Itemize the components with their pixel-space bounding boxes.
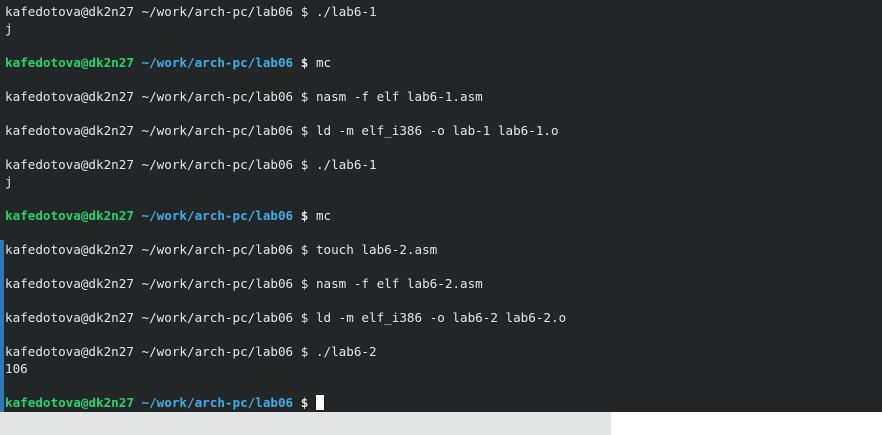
prompt-user-host: kafedotova@dk2n27 <box>5 123 134 138</box>
prompt-path: ~/work/arch-pc/lab06 <box>141 208 294 223</box>
prompt-user-host: kafedotova@dk2n27 <box>5 55 134 70</box>
prompt-line: kafedotova@dk2n27 ~/work/arch-pc/lab06 $… <box>5 3 882 20</box>
output-text: j <box>5 21 13 36</box>
prompt-user-host: kafedotova@dk2n27 <box>5 344 134 359</box>
background-panel <box>0 412 611 435</box>
prompt-line: kafedotova@dk2n27 ~/work/arch-pc/lab06 $… <box>5 207 882 224</box>
command-text: mc <box>315 208 332 223</box>
prompt-path: ~/work/arch-pc/lab06 <box>141 157 294 172</box>
terminal-output: kafedotova@dk2n27 ~/work/arch-pc/lab06 $… <box>5 3 882 411</box>
prompt-path: ~/work/arch-pc/lab06 <box>141 276 294 291</box>
prompt-line: kafedotova@dk2n27 ~/work/arch-pc/lab06 $… <box>5 156 882 173</box>
prompt-line: kafedotova@dk2n27 ~/work/arch-pc/lab06 $… <box>5 241 882 258</box>
prompt-line: kafedotova@dk2n27 ~/work/arch-pc/lab06 $… <box>5 54 882 71</box>
prompt-path: ~/work/arch-pc/lab06 <box>141 55 294 70</box>
prompt-line: kafedotova@dk2n27 ~/work/arch-pc/lab06 $… <box>5 309 882 326</box>
prompt-line: kafedotova@dk2n27 ~/work/arch-pc/lab06 $… <box>5 275 882 292</box>
prompt-path: ~/work/arch-pc/lab06 <box>141 310 294 325</box>
prompt-path: ~/work/arch-pc/lab06 <box>141 89 294 104</box>
output-line: j <box>5 20 882 37</box>
output-line: 106 <box>5 360 882 377</box>
command-text: touch lab6-2.asm <box>315 242 438 257</box>
prompt-path: ~/work/arch-pc/lab06 <box>141 395 294 410</box>
command-text: ld -m elf_i386 -o lab6-2 lab6-2.o <box>315 310 567 325</box>
prompt-line: kafedotova@dk2n27 ~/work/arch-pc/lab06 $… <box>5 122 882 139</box>
prompt-user-host: kafedotova@dk2n27 <box>5 4 134 19</box>
terminal-window[interactable]: kafedotova@dk2n27 ~/work/arch-pc/lab06 $… <box>0 0 882 412</box>
prompt-user-host: kafedotova@dk2n27 <box>5 208 134 223</box>
output-line: j <box>5 173 882 190</box>
command-text: ./lab6-1 <box>315 4 377 19</box>
prompt-line: kafedotova@dk2n27 ~/work/arch-pc/lab06 $… <box>5 88 882 105</box>
command-text: mc <box>315 55 332 70</box>
output-text: j <box>5 174 13 189</box>
text-cursor <box>315 395 324 410</box>
command-text: ./lab6-2 <box>315 344 377 359</box>
command-text: ./lab6-1 <box>315 157 377 172</box>
prompt-line: kafedotova@dk2n27 ~/work/arch-pc/lab06 $… <box>5 343 882 360</box>
prompt-path: ~/work/arch-pc/lab06 <box>141 242 294 257</box>
command-text: ld -m elf_i386 -o lab-1 lab6-1.o <box>315 123 559 138</box>
prompt-user-host: kafedotova@dk2n27 <box>5 242 134 257</box>
command-text: nasm -f elf lab6-1.asm <box>315 89 483 104</box>
prompt-user-host: kafedotova@dk2n27 <box>5 276 134 291</box>
command-text: nasm -f elf lab6-2.asm <box>315 276 483 291</box>
prompt-path: ~/work/arch-pc/lab06 <box>141 344 294 359</box>
prompt-user-host: kafedotova@dk2n27 <box>5 89 134 104</box>
prompt-user-host: kafedotova@dk2n27 <box>5 310 134 325</box>
output-text: 106 <box>5 361 28 376</box>
background-window <box>611 412 882 435</box>
selection-bar <box>0 240 4 412</box>
prompt-user-host: kafedotova@dk2n27 <box>5 395 134 410</box>
prompt-path: ~/work/arch-pc/lab06 <box>141 4 294 19</box>
prompt-path: ~/work/arch-pc/lab06 <box>141 123 294 138</box>
prompt-line: kafedotova@dk2n27 ~/work/arch-pc/lab06 $ <box>5 394 882 411</box>
prompt-user-host: kafedotova@dk2n27 <box>5 157 134 172</box>
